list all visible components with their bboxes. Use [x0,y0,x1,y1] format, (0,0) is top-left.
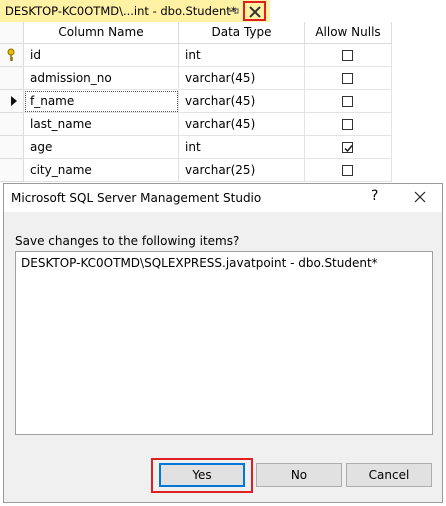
allow-nulls-cell [305,136,392,159]
column-name-cell[interactable]: last_name [24,113,179,136]
dialog-message: Save changes to the following items? [15,234,240,248]
document-tab-bar: DESKTOP-KC0OTMD\...int - dbo.Student* [0,0,446,22]
designer-tab[interactable]: DESKTOP-KC0OTMD\...int - dbo.Student* [0,0,270,22]
row-selector[interactable] [0,136,24,159]
data-type-cell[interactable]: varchar(45) [179,67,305,90]
list-item[interactable]: DESKTOP-KC0OTMD\SQLEXPRESS.javatpoint - … [21,256,378,270]
column-name-cell[interactable]: city_name [24,159,179,182]
allow-nulls-cell [305,67,392,90]
column-name-cell[interactable]: f_name [24,90,179,113]
data-type-cell[interactable]: varchar(45) [179,90,305,113]
data-type-cell[interactable]: int [179,44,305,67]
check-icon [344,145,353,153]
save-changes-dialog: Microsoft SQL Server Management Studio ?… [3,183,443,503]
allow-nulls-checkbox[interactable] [342,96,353,107]
row-selector[interactable] [0,44,24,67]
row-selector[interactable] [0,90,24,113]
row-selector[interactable] [0,159,24,182]
help-button[interactable]: ? [371,188,378,204]
row-selector[interactable] [0,113,24,136]
grid-corner [0,22,24,44]
column-header[interactable]: Column Name [24,22,179,44]
allow-nulls-checkbox[interactable] [342,142,353,153]
dialog-title-bar: Microsoft SQL Server Management Studio ? [4,184,442,212]
allow-nulls-cell [305,113,392,136]
cancel-button[interactable]: Cancel [346,463,432,487]
allow-nulls-cell [305,90,392,113]
changed-items-list[interactable]: DESKTOP-KC0OTMD\SQLEXPRESS.javatpoint - … [15,251,433,435]
tab-title: DESKTOP-KC0OTMD\...int - dbo.Student* [5,4,237,18]
close-icon[interactable] [243,1,266,21]
allow-nulls-checkbox[interactable] [342,165,353,176]
no-button[interactable]: No [256,463,342,487]
column-header[interactable]: Allow Nulls [305,22,392,44]
column-header[interactable]: Data Type [179,22,305,44]
dialog-title: Microsoft SQL Server Management Studio [11,191,262,205]
allow-nulls-checkbox[interactable] [342,50,353,61]
allow-nulls-cell [305,159,392,182]
data-type-cell[interactable]: varchar(25) [179,159,305,182]
column-name-cell[interactable]: id [24,44,179,67]
row-selector[interactable] [0,67,24,90]
yes-button[interactable]: Yes [159,463,245,487]
data-type-cell[interactable]: int [179,136,305,159]
primary-key-icon [7,48,15,61]
tab-bar-empty [270,0,446,22]
close-icon[interactable] [414,191,426,206]
pin-icon[interactable] [228,3,240,19]
allow-nulls-checkbox[interactable] [342,73,353,84]
column-name-cell[interactable]: admission_no [24,67,179,90]
table-designer-grid: Column Name Data Type Allow Nulls id int admi… [0,22,446,184]
allow-nulls-checkbox[interactable] [342,119,353,130]
column-name-cell[interactable]: age [24,136,179,159]
data-type-cell[interactable]: varchar(45) [179,113,305,136]
current-row-icon [11,96,17,106]
allow-nulls-cell [305,44,392,67]
